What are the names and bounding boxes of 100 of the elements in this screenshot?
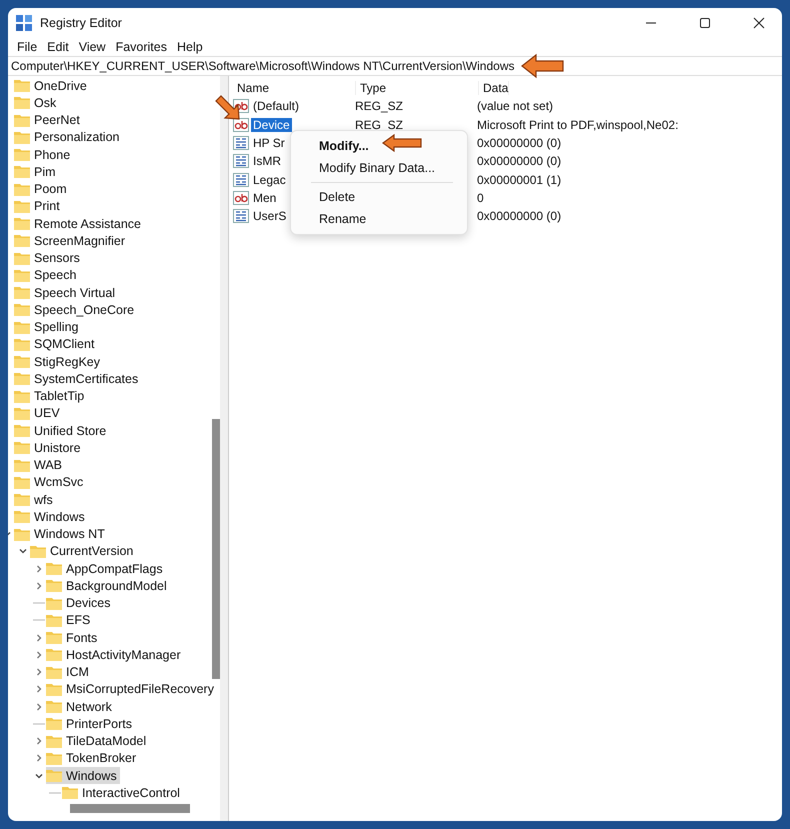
tree-item[interactable]: InteractiveControl [62, 784, 183, 802]
folder-icon [14, 510, 30, 524]
folder-icon [14, 148, 30, 162]
tree-item[interactable]: Windows [46, 767, 120, 784]
scrollbar-thumb[interactable] [212, 419, 220, 679]
tree-item[interactable]: ScreenMagnifier [14, 232, 128, 250]
folder-icon [14, 458, 30, 472]
menu-item[interactable]: Modify Binary Data... [291, 157, 467, 179]
tree-item[interactable]: TabletTip [14, 388, 88, 405]
folder-icon [46, 562, 62, 576]
tree-item[interactable]: BackgroundModel [46, 577, 170, 594]
tree-item[interactable]: Windows NT [14, 526, 108, 543]
chevron-right-icon[interactable] [34, 564, 44, 574]
folder-icon [14, 286, 30, 300]
binary-value-icon [233, 154, 249, 168]
folder-icon [14, 424, 30, 438]
tree-item[interactable]: AppCompatFlags [46, 560, 166, 578]
tree-item[interactable]: SQMClient [14, 336, 98, 353]
column-header[interactable]: Name [237, 81, 270, 96]
chevron-right-icon[interactable] [34, 667, 44, 678]
chevron-right-icon[interactable] [34, 650, 44, 660]
scrollbar-thumb[interactable] [70, 804, 190, 813]
chevron-right-icon[interactable] [34, 702, 44, 712]
maximize-icon [699, 17, 711, 29]
value-data: 0x00000000 (0) [477, 209, 562, 224]
tree-item[interactable]: Devices [46, 594, 114, 612]
chevron-right-icon[interactable] [34, 753, 44, 764]
tree-item[interactable]: Phone [14, 146, 74, 164]
value-type: REG_SZ [355, 99, 404, 114]
menu-item[interactable]: Favorites [110, 40, 172, 54]
tree-item[interactable]: HostActivityManager [46, 646, 184, 664]
tree-item[interactable]: OneDrive [14, 77, 90, 94]
tree-item[interactable]: Unified Store [14, 422, 110, 440]
tree-item[interactable]: Speech [14, 266, 80, 284]
tree-item[interactable]: WAB [14, 456, 66, 474]
tree-item[interactable]: Spelling [14, 318, 82, 336]
menu-item[interactable]: Delete [291, 186, 467, 208]
window-title: Registry Editor [40, 16, 122, 30]
folder-icon [14, 528, 30, 541]
tree-item[interactable]: StigRegKey [14, 353, 104, 370]
tree-item[interactable]: PeerNet [14, 112, 83, 129]
value-name[interactable]: Device [251, 118, 292, 132]
tree-item[interactable]: EFS [46, 612, 94, 629]
menu-item[interactable]: View [74, 40, 111, 54]
tree-item[interactable]: UEV [14, 404, 63, 422]
folder-icon [14, 406, 30, 420]
column-header[interactable]: Data [483, 81, 508, 96]
menu-item[interactable]: Rename [291, 208, 467, 230]
value-data: 0x00000000 (0) [477, 154, 562, 168]
chevron-right-icon[interactable] [34, 736, 44, 746]
tree-item[interactable]: wfs [14, 491, 56, 508]
folder-icon [46, 666, 62, 679]
tree-item[interactable]: Unistore [14, 439, 84, 456]
chevron-right-icon[interactable] [34, 580, 44, 591]
folder-icon [14, 476, 30, 489]
value-name[interactable]: Men [251, 190, 278, 205]
tree-item[interactable]: Windows [14, 508, 88, 526]
chevron-right-icon[interactable] [34, 632, 44, 643]
folder-icon [14, 268, 30, 282]
value-name[interactable]: IsMR [251, 154, 283, 168]
tree-item[interactable]: Speech Virtual [14, 284, 118, 302]
pointer-arrow [382, 134, 422, 152]
tree-item[interactable]: Speech_OneCore [14, 301, 138, 318]
menu-item[interactable]: File [12, 40, 42, 54]
folder-icon [14, 79, 30, 92]
menu-item[interactable]: Edit [42, 40, 74, 54]
tree-item[interactable]: Network [46, 698, 115, 716]
folder-icon [46, 631, 62, 644]
menu-item[interactable]: Help [172, 40, 208, 54]
folder-icon [14, 234, 30, 248]
tree-item[interactable]: CurrentVersion [30, 542, 136, 560]
menu-item[interactable]: Modify... [291, 135, 467, 157]
tree-item[interactable]: Print [14, 198, 63, 215]
tree-item[interactable]: Remote Assistance [14, 215, 144, 232]
folder-icon [30, 544, 46, 558]
address-field[interactable]: Computer\HKEY_CURRENT_USER\Software\Microsoft\Windows NT\CurrentVersion\Windows [8, 56, 782, 76]
folder-icon [14, 303, 30, 316]
tree-item[interactable]: Pim [14, 163, 59, 180]
value-name[interactable]: Legac [251, 172, 288, 187]
tree-item[interactable]: Fonts [46, 629, 100, 646]
value-name[interactable]: UserS [251, 209, 288, 224]
tree-item[interactable]: PrinterPorts [46, 715, 135, 732]
value-name[interactable]: HP Sr [251, 136, 287, 150]
folder-icon [46, 648, 62, 662]
folder-icon [46, 734, 62, 748]
tree-item[interactable]: TileDataModel [46, 732, 150, 750]
tree-item[interactable]: MsiCorruptedFileRecovery [46, 680, 217, 698]
tree-item[interactable]: Personalization [14, 128, 122, 146]
tree-item[interactable]: SystemCertificates [14, 370, 142, 388]
value-name[interactable]: (Default) [251, 99, 302, 114]
tree-item[interactable]: Osk [14, 94, 60, 112]
column-header[interactable]: Type [360, 81, 386, 96]
tree-item[interactable]: WcmSvc [14, 474, 86, 491]
tree-item[interactable]: TokenBroker [46, 750, 140, 767]
binary-value-icon [233, 172, 249, 187]
folder-icon [46, 752, 62, 765]
tree-item[interactable]: Poom [14, 180, 70, 198]
tree-item[interactable]: ICM [46, 664, 92, 681]
chevron-right-icon[interactable] [34, 684, 44, 694]
tree-item[interactable]: Sensors [14, 250, 83, 267]
